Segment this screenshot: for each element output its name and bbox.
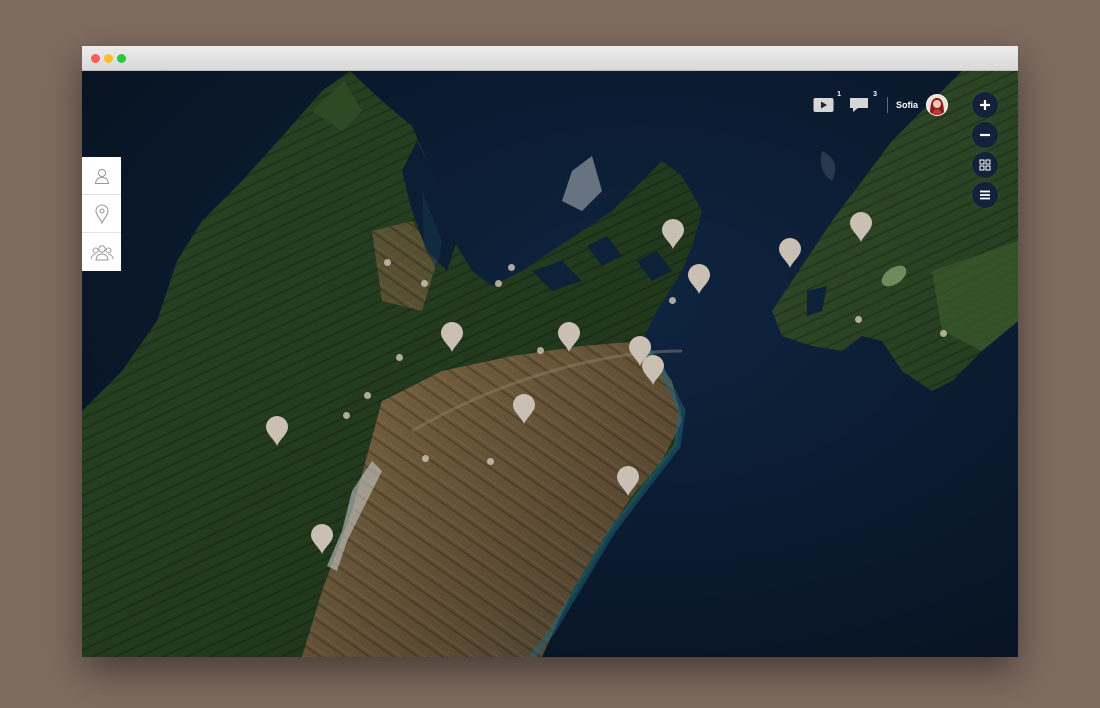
videos-count-badge: 1: [837, 91, 841, 98]
poi-dot[interactable]: [487, 458, 494, 465]
satellite-map[interactable]: 1 3 Sofia: [82, 71, 1018, 657]
poi-dot[interactable]: [855, 316, 862, 323]
messages-count-badge: 3: [873, 91, 877, 98]
zoom-out-button[interactable]: [972, 122, 998, 148]
poi-dot[interactable]: [508, 264, 515, 271]
grid-icon: [979, 159, 991, 171]
top-status-bar: 1 3 Sofia: [805, 91, 948, 117]
side-toolbar: [82, 157, 121, 271]
map-marker[interactable]: [617, 466, 639, 496]
avatar-image: [927, 95, 947, 115]
poi-dot[interactable]: [384, 259, 391, 266]
menu-button[interactable]: [972, 182, 998, 208]
poi-dot[interactable]: [669, 297, 676, 304]
chat-icon: [849, 98, 868, 112]
poi-dot[interactable]: [364, 392, 371, 399]
location-button[interactable]: [82, 195, 121, 233]
grid-view-button[interactable]: [972, 152, 998, 178]
poi-dot[interactable]: [537, 347, 544, 354]
map-marker[interactable]: [266, 416, 288, 446]
maximize-window-button[interactable]: [117, 54, 126, 63]
video-icon: [813, 98, 834, 112]
user-avatar[interactable]: [926, 94, 948, 116]
browser-window: 1 3 Sofia: [82, 46, 1018, 657]
location-pin-icon: [94, 203, 109, 224]
videos-button[interactable]: 1: [813, 91, 841, 115]
poi-dot[interactable]: [940, 330, 947, 337]
map-marker[interactable]: [850, 212, 872, 242]
menu-icon: [980, 190, 990, 200]
poi-dot[interactable]: [495, 280, 502, 287]
user-icon: [94, 168, 109, 184]
map-marker[interactable]: [662, 219, 684, 249]
poi-dot[interactable]: [421, 280, 428, 287]
poi-dot[interactable]: [422, 455, 429, 462]
minimize-window-button[interactable]: [104, 54, 113, 63]
map-controls: [972, 92, 998, 212]
map-marker[interactable]: [441, 322, 463, 352]
group-button[interactable]: [82, 233, 121, 271]
toolbar-divider: [886, 97, 888, 113]
username-label[interactable]: Sofia: [896, 100, 918, 110]
zoom-out-icon: [980, 133, 990, 137]
map-marker[interactable]: [642, 355, 664, 385]
zoom-in-icon: [980, 100, 990, 110]
map-marker[interactable]: [688, 264, 710, 294]
group-icon: [90, 245, 113, 261]
poi-dot[interactable]: [343, 412, 350, 419]
map-marker[interactable]: [311, 524, 333, 554]
close-window-button[interactable]: [91, 54, 100, 63]
user-button[interactable]: [82, 157, 121, 195]
map-marker[interactable]: [779, 238, 801, 268]
messages-button[interactable]: 3: [849, 91, 877, 115]
window-titlebar: [82, 46, 1018, 71]
map-marker[interactable]: [558, 322, 580, 352]
zoom-in-button[interactable]: [972, 92, 998, 118]
map-terrain: [82, 71, 1018, 657]
poi-dot[interactable]: [396, 354, 403, 361]
map-marker[interactable]: [513, 394, 535, 424]
